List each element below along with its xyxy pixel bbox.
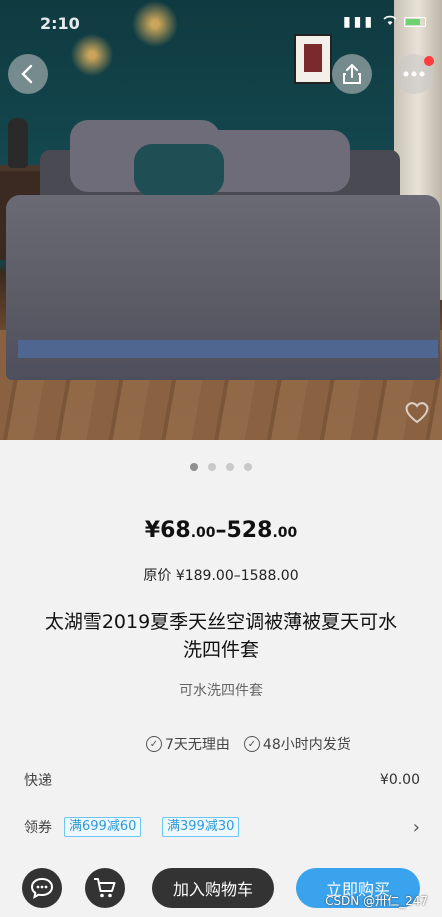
original-price-value: ¥189.00–1588.00 — [175, 568, 299, 584]
price-high-decimal: .00 — [272, 525, 298, 541]
guarantee-label: 7天无理由 — [165, 737, 230, 753]
product-title: 太湖雪2019夏季天丝空调被薄被夏天可水洗四件套 — [44, 611, 398, 661]
more-dots-icon — [403, 71, 425, 77]
service-guarantees: ✓ 7天无理由 ✓ 48小时内发货 — [146, 734, 351, 754]
customer-service-button[interactable] — [22, 868, 62, 908]
price-separator: – — [215, 518, 227, 543]
chevron-left-icon — [21, 64, 33, 84]
bottom-action-bar: 加入购物车 立即购买 CSDN @卅仁_247 — [0, 860, 442, 917]
wifi-icon — [382, 14, 404, 30]
vase — [8, 118, 28, 168]
price-high-integer: 528 — [226, 518, 273, 543]
share-button[interactable] — [332, 54, 372, 94]
currency-symbol: ¥ — [144, 518, 161, 543]
accent-pillow — [134, 144, 224, 196]
status-time: 2:10 — [40, 14, 80, 33]
carousel-dot[interactable] — [244, 463, 252, 471]
cart-icon — [94, 878, 116, 898]
guarantee-item: ✓ 48小时内发货 — [243, 734, 351, 754]
back-button[interactable] — [8, 54, 48, 94]
quilt-trim — [18, 340, 438, 358]
carousel-indicator[interactable] — [0, 456, 442, 475]
cart-button[interactable] — [85, 868, 125, 908]
heart-icon — [405, 402, 429, 424]
coupon-label: 领券 — [24, 820, 52, 836]
chat-icon — [30, 877, 54, 899]
coupon-tag[interactable]: 满399减30 — [162, 817, 240, 837]
coupon-tag[interactable]: 满699减60 — [64, 817, 142, 837]
chevron-right-icon[interactable]: › — [413, 817, 420, 838]
price-range: ¥68.00–528.00 — [0, 518, 442, 543]
original-price-label: 原价 — [143, 568, 172, 584]
product-image[interactable] — [0, 0, 442, 440]
carousel-dot[interactable] — [190, 463, 198, 471]
shipping-label: 快递 — [24, 773, 52, 789]
check-circle-icon: ✓ — [146, 736, 162, 752]
more-button[interactable] — [394, 54, 434, 94]
coupon-row[interactable]: 领券 满699减60 满399减30 › — [0, 809, 442, 845]
product-detail-page: 2:10 ▮▮▮ ¥68.00–528.00 原价 ¥189.00–1588.0… — [0, 0, 442, 917]
favorite-button[interactable] — [404, 400, 430, 428]
carousel-dot[interactable] — [226, 463, 234, 471]
check-circle-icon: ✓ — [243, 736, 260, 752]
add-to-cart-button[interactable]: 加入购物车 — [152, 868, 274, 908]
guarantee-label: 48小时内发货 — [262, 737, 351, 753]
notification-badge — [424, 56, 434, 66]
shipping-row: 快递 ¥0.00 — [0, 762, 442, 798]
signal-icon: ▮▮▮ — [342, 14, 376, 30]
product-subtitle: 可水洗四件套 — [179, 683, 263, 699]
share-icon — [343, 63, 361, 84]
status-bar: 2:10 ▮▮▮ — [0, 0, 442, 42]
shipping-fee: ¥0.00 — [379, 772, 420, 788]
price-low-decimal: .00 — [190, 525, 216, 541]
price-low-integer: 68 — [160, 518, 191, 543]
guarantee-item: ✓ 7天无理由 — [146, 734, 230, 754]
original-price: 原价 ¥189.00–1588.00 — [0, 565, 442, 585]
watermark: CSDN @卅仁_247 — [325, 894, 428, 908]
status-icons: ▮▮▮ — [343, 14, 426, 30]
battery-icon — [404, 17, 426, 27]
carousel-dot[interactable] — [208, 463, 216, 471]
